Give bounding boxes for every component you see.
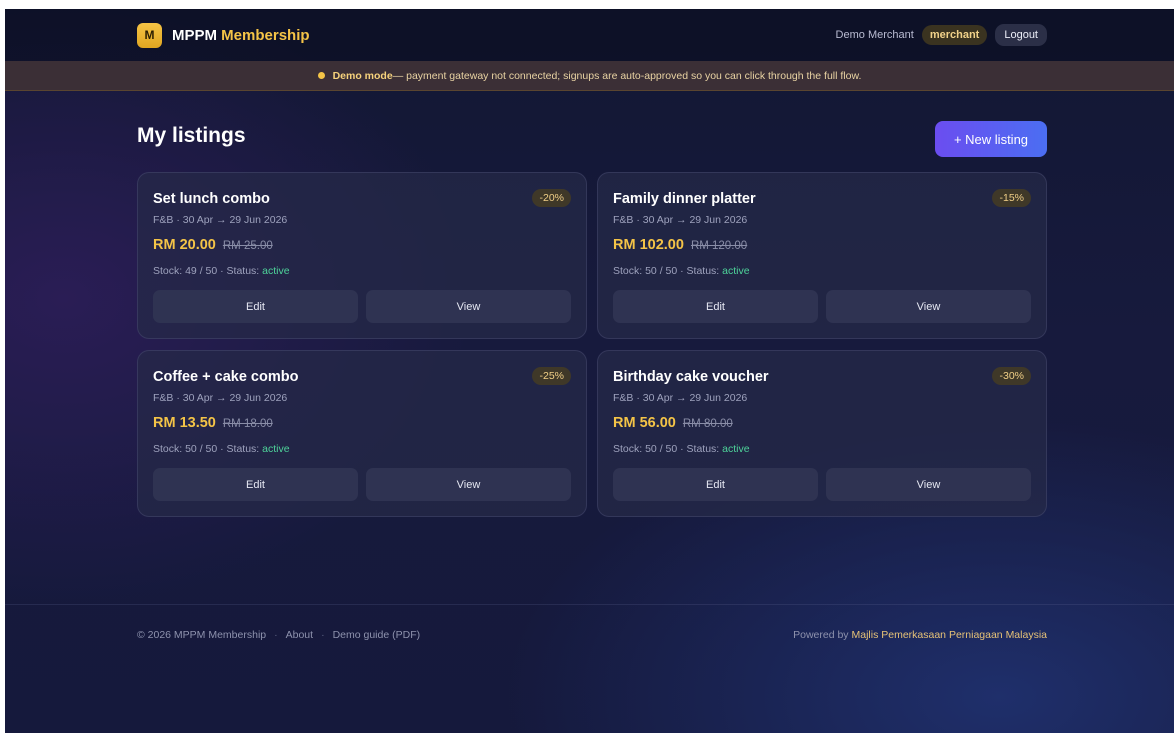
listing-meta: F&B · 30 Apr → 29 Jun 2026 [613,392,748,404]
demo-guide-link[interactable]: Demo guide (PDF) [333,629,421,641]
listing-card: Coffee + cake combo -25% F&B · 30 Apr → … [137,350,587,517]
listing-meta: F&B · 30 Apr → 29 Jun 2026 [613,214,748,226]
page-title: My listings [137,124,246,147]
logout-button[interactable]: Logout [995,24,1047,46]
view-button[interactable]: View [826,290,1031,323]
listing-original-price: RM 120.00 [690,240,748,252]
status-value: active [722,443,750,455]
organization-link[interactable]: Majlis Pemerkasaan Perniagaan Malaysia [851,629,1047,641]
listing-price: RM 56.00 [613,415,676,431]
discount-badge: -20% [532,189,571,207]
stock-status: Stock: 50 / 50 · Status: active [613,265,750,277]
banner-text: — payment gateway not connected; signups… [392,69,862,82]
listings-grid: Set lunch combo -20% F&B · 30 Apr → 29 J… [137,172,1047,518]
footer-divider [5,604,1174,605]
price-row: RM 102.00 RM 120.00 [613,237,747,253]
edit-button[interactable]: Edit [153,468,358,501]
warning-dot-icon [317,72,325,79]
card-actions: Edit View [153,468,571,501]
footer-links: © 2026 MPPM Membership · About · Demo gu… [137,629,420,641]
price-row: RM 13.50 RM 18.00 [153,415,273,431]
view-button[interactable]: View [366,290,571,323]
footer: © 2026 MPPM Membership · About · Demo gu… [137,629,1047,641]
price-row: RM 20.00 RM 25.00 [153,237,273,253]
status-value: active [262,443,290,455]
user-name: Demo Merchant [835,29,914,41]
stock-text: Stock: 50 / 50 · Status: [613,443,723,455]
card-actions: Edit View [613,290,1031,323]
listing-meta: F&B · 30 Apr → 29 Jun 2026 [153,392,288,404]
stock-status: Stock: 50 / 50 · Status: active [153,443,290,455]
listing-title: Birthday cake voucher [613,369,769,385]
edit-button[interactable]: Edit [153,290,358,323]
listing-card: Set lunch combo -20% F&B · 30 Apr → 29 J… [137,172,587,339]
powered-by: Powered by Majlis Pemerkasaan Perniagaan… [793,629,1047,641]
brand[interactable]: M MPPM Membership [137,22,310,48]
powered-by-label: Powered by [793,629,852,641]
listing-title: Coffee + cake combo [153,369,299,385]
separator-dot: · [274,629,278,641]
separator-dot: · [321,629,325,641]
logo-icon: M [137,22,162,48]
status-value: active [262,265,290,277]
brand-name-primary: MPPM [172,26,217,44]
view-button[interactable]: View [366,468,571,501]
discount-badge: -15% [992,189,1031,207]
price-row: RM 56.00 RM 80.00 [613,415,733,431]
role-badge: merchant [921,25,988,45]
brand-name-accent: Membership [221,26,310,44]
stock-status: Stock: 50 / 50 · Status: active [613,443,750,455]
status-value: active [722,265,750,277]
listing-price: RM 20.00 [153,237,216,253]
app-window: M MPPM Membership Demo Merchant merchant… [5,9,1174,733]
stock-status: Stock: 49 / 50 · Status: active [153,265,290,277]
listing-title: Set lunch combo [153,191,270,207]
listing-original-price: RM 18.00 [222,418,273,430]
demo-mode-banner: Demo mode — payment gateway not connecte… [5,61,1174,91]
top-nav: M MPPM Membership Demo Merchant merchant… [5,9,1174,61]
copyright: © 2026 MPPM Membership [137,629,267,641]
card-actions: Edit View [153,290,571,323]
listing-original-price: RM 80.00 [682,418,733,430]
edit-button[interactable]: Edit [613,290,818,323]
listing-card: Birthday cake voucher -30% F&B · 30 Apr … [597,350,1047,517]
stock-text: Stock: 50 / 50 · Status: [613,265,723,277]
user-area: Demo Merchant merchant Logout [836,24,1047,46]
listing-meta: F&B · 30 Apr → 29 Jun 2026 [153,214,288,226]
card-actions: Edit View [613,468,1031,501]
stock-text: Stock: 50 / 50 · Status: [153,443,263,455]
listing-card: Family dinner platter -15% F&B · 30 Apr … [597,172,1047,339]
listing-title: Family dinner platter [613,191,756,207]
discount-badge: -25% [532,367,571,385]
brand-name: MPPM Membership [172,27,310,44]
stock-text: Stock: 49 / 50 · Status: [153,265,263,277]
edit-button[interactable]: Edit [613,468,818,501]
listing-original-price: RM 25.00 [222,240,273,252]
about-link[interactable]: About [286,629,313,641]
discount-badge: -30% [992,367,1031,385]
listing-price: RM 13.50 [153,415,216,431]
new-listing-button[interactable]: + New listing [935,121,1047,157]
view-button[interactable]: View [826,468,1031,501]
listing-price: RM 102.00 [613,237,684,253]
banner-label: Demo mode [332,69,393,82]
